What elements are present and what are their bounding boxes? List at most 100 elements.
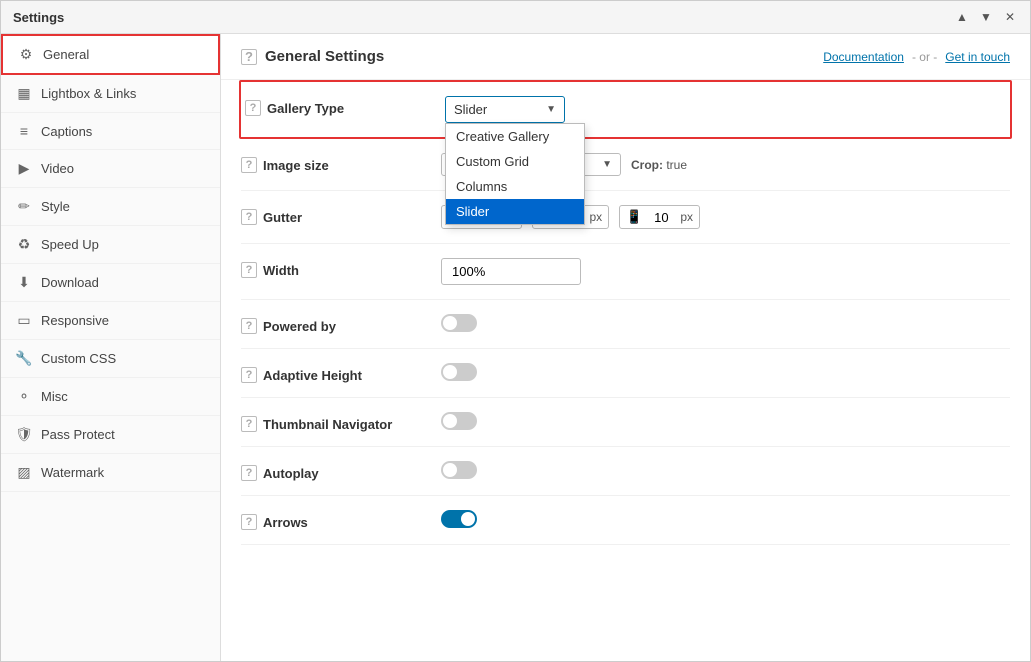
gutter-label: ? Gutter xyxy=(241,205,441,225)
mobile-icon: 📱 xyxy=(626,209,642,225)
autoplay-track[interactable] xyxy=(441,461,477,479)
autoplay-toggle[interactable] xyxy=(441,461,477,479)
gutter-help-icon[interactable]: ? xyxy=(241,209,257,225)
arrows-track[interactable] xyxy=(441,510,477,528)
powered-by-label-text: Powered by xyxy=(263,319,336,334)
gallery-type-label: ? Gallery Type xyxy=(245,96,445,116)
sidebar-item-captions[interactable]: ≡ Captions xyxy=(1,113,220,150)
title-bar-title: Settings xyxy=(13,10,64,25)
style-icon: ✏ xyxy=(15,198,33,215)
thumbnail-navigator-control xyxy=(441,412,1010,430)
thumbnail-navigator-label-text: Thumbnail Navigator xyxy=(263,417,392,432)
crop-badge: Crop: true xyxy=(631,158,687,172)
arrows-thumb xyxy=(461,512,475,526)
sidebar-label-style: Style xyxy=(41,199,70,214)
adaptive-height-help-icon[interactable]: ? xyxy=(241,367,257,383)
gutter-row: ? Gutter 🖥 px ▣ xyxy=(241,191,1010,244)
adaptive-height-row: ? Adaptive Height xyxy=(241,349,1010,398)
autoplay-thumb xyxy=(443,463,457,477)
close-button[interactable]: ✕ xyxy=(1002,9,1018,25)
gallery-type-dropdown[interactable]: Slider ▼ xyxy=(445,96,565,123)
sidebar-label-speedup: Speed Up xyxy=(41,237,99,252)
autoplay-help-icon[interactable]: ? xyxy=(241,465,257,481)
gallery-type-control: Slider ▼ Creative Gallery Custom Grid Co… xyxy=(445,96,1006,123)
content-area: ? General Settings Documentation - or - … xyxy=(221,34,1030,661)
sidebar-item-misc[interactable]: ⚬ Misc xyxy=(1,378,220,416)
adaptive-height-toggle[interactable] xyxy=(441,363,477,381)
arrows-row: ? Arrows xyxy=(241,496,1010,545)
gallery-type-row: ? Gallery Type Slider ▼ Creative xyxy=(239,80,1012,139)
passprotect-icon: 🛡 xyxy=(15,426,33,443)
documentation-link[interactable]: Documentation xyxy=(823,50,904,64)
thumbnail-navigator-toggle[interactable] xyxy=(441,412,477,430)
gallery-type-dropdown-wrapper: Slider ▼ Creative Gallery Custom Grid Co… xyxy=(445,96,565,123)
sidebar-label-misc: Misc xyxy=(41,389,68,404)
gallery-type-label-text: Gallery Type xyxy=(267,101,344,116)
thumbnail-navigator-help-icon[interactable]: ? xyxy=(241,416,257,432)
lightbox-icon: ▦ xyxy=(15,85,33,102)
content-header-left: ? General Settings xyxy=(241,48,384,65)
content-header-right: Documentation - or - Get in touch xyxy=(823,50,1010,64)
title-bar-controls: ▲ ▼ ✕ xyxy=(954,9,1018,25)
settings-body: ? Gallery Type Slider ▼ Creative xyxy=(221,80,1030,545)
sidebar-item-customcss[interactable]: 🔧 Custom CSS xyxy=(1,340,220,378)
arrows-label-text: Arrows xyxy=(263,515,308,530)
sidebar-label-customcss: Custom CSS xyxy=(41,351,116,366)
responsive-icon: ▭ xyxy=(15,312,33,329)
adaptive-height-track[interactable] xyxy=(441,363,477,381)
powered-by-track[interactable] xyxy=(441,314,477,332)
misc-icon: ⚬ xyxy=(15,388,33,405)
sidebar-item-responsive[interactable]: ▭ Responsive xyxy=(1,302,220,340)
width-help-icon[interactable]: ? xyxy=(241,262,257,278)
sidebar-item-watermark[interactable]: ▨ Watermark xyxy=(1,454,220,492)
width-input[interactable] xyxy=(441,258,581,285)
content-header: ? General Settings Documentation - or - … xyxy=(221,34,1030,80)
header-help-icon: ? xyxy=(241,49,257,65)
arrows-help-icon[interactable]: ? xyxy=(241,514,257,530)
autoplay-row: ? Autoplay xyxy=(241,447,1010,496)
powered-by-help-icon[interactable]: ? xyxy=(241,318,257,334)
width-row: ? Width xyxy=(241,244,1010,300)
sidebar-item-style[interactable]: ✏ Style xyxy=(1,188,220,226)
sidebar-item-passprotect[interactable]: 🛡 Pass Protect xyxy=(1,416,220,454)
gutter-tablet-unit: px xyxy=(590,210,603,224)
dropdown-chevron-icon: ▼ xyxy=(546,104,556,115)
powered-by-toggle[interactable] xyxy=(441,314,477,332)
sidebar-label-watermark: Watermark xyxy=(41,465,104,480)
powered-by-thumb xyxy=(443,316,457,330)
minimize-button[interactable]: ▲ xyxy=(954,9,970,25)
powered-by-control xyxy=(441,314,1010,332)
gallery-type-help-icon[interactable]: ? xyxy=(245,100,261,116)
gallery-type-option-slider[interactable]: Slider xyxy=(446,199,584,224)
download-icon: ⬇ xyxy=(15,274,33,291)
sidebar-item-general[interactable]: ⚙ General xyxy=(1,34,220,75)
autoplay-label-text: Autoplay xyxy=(263,466,319,481)
gallery-type-option-customgrid[interactable]: Custom Grid xyxy=(446,149,584,174)
image-size-label-text: Image size xyxy=(263,158,329,173)
sidebar: ⚙ General ▦ Lightbox & Links ≡ Captions … xyxy=(1,34,221,661)
contact-link[interactable]: Get in touch xyxy=(945,50,1010,64)
autoplay-control xyxy=(441,461,1010,479)
content-title: General Settings xyxy=(265,48,384,65)
sidebar-item-video[interactable]: ▶ Video xyxy=(1,150,220,188)
gutter-mobile-input[interactable] xyxy=(646,210,676,225)
width-control xyxy=(441,258,1010,285)
sidebar-label-passprotect: Pass Protect xyxy=(41,427,115,442)
sidebar-item-download[interactable]: ⬇ Download xyxy=(1,264,220,302)
sidebar-item-lightbox[interactable]: ▦ Lightbox & Links xyxy=(1,75,220,113)
image-size-help-icon[interactable]: ? xyxy=(241,157,257,173)
sidebar-item-speedup[interactable]: ♻ Speed Up xyxy=(1,226,220,264)
gutter-label-text: Gutter xyxy=(263,210,302,225)
arrows-toggle[interactable] xyxy=(441,510,477,528)
gutter-mobile-item: 📱 px xyxy=(619,205,700,229)
gear-icon: ⚙ xyxy=(17,46,35,63)
arrows-control xyxy=(441,510,1010,528)
restore-button[interactable]: ▼ xyxy=(978,9,994,25)
image-size-label: ? Image size xyxy=(241,153,441,173)
arrows-label: ? Arrows xyxy=(241,510,441,530)
gallery-type-option-columns[interactable]: Columns xyxy=(446,174,584,199)
gallery-type-option-creative[interactable]: Creative Gallery xyxy=(446,124,584,149)
adaptive-height-control xyxy=(441,363,1010,381)
thumbnail-navigator-track[interactable] xyxy=(441,412,477,430)
sidebar-label-lightbox: Lightbox & Links xyxy=(41,86,136,101)
